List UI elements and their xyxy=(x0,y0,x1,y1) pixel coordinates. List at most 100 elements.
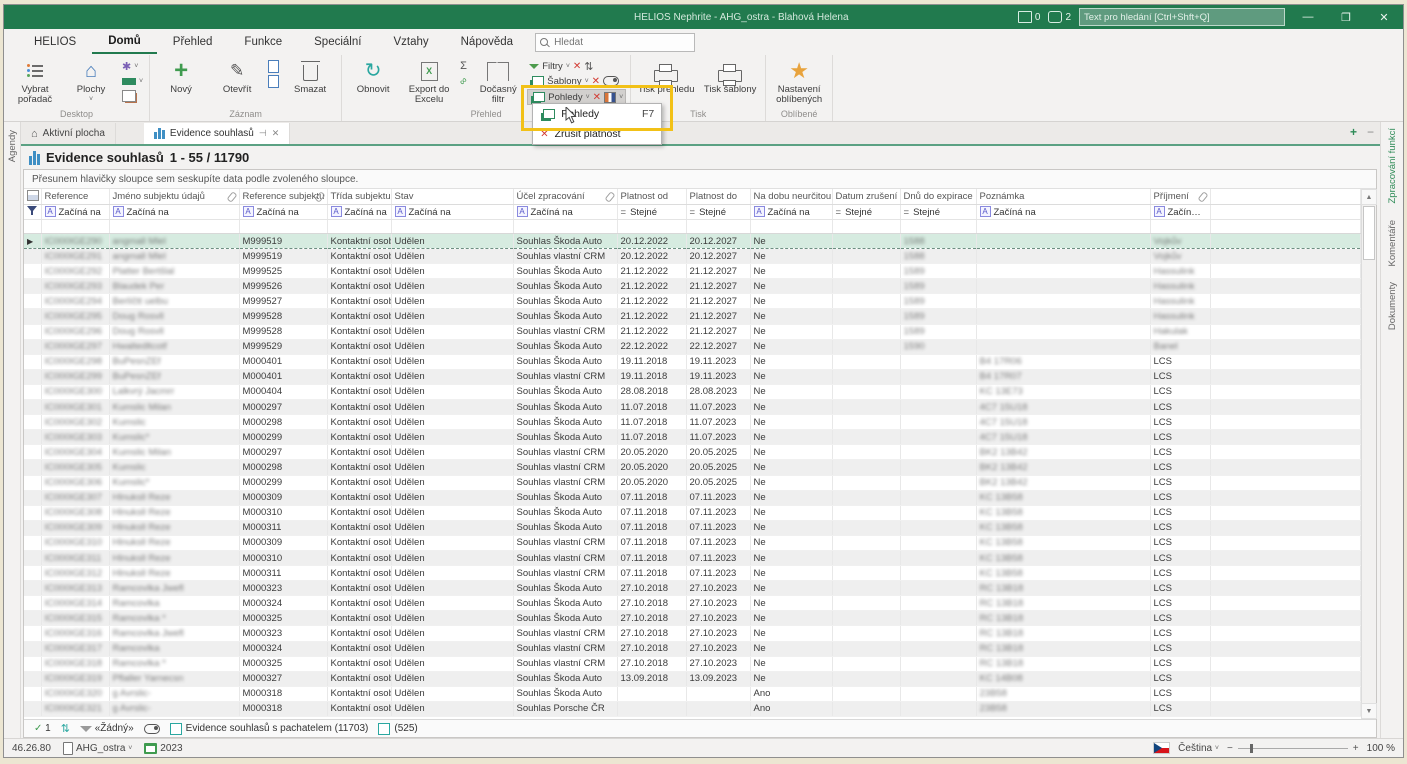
table-row[interactable]: IC000IGE305KumslicM000298Kontaktní osoba… xyxy=(24,460,1361,475)
link-button[interactable]: ∞ xyxy=(458,74,469,88)
dokumenty-tab[interactable]: Dokumenty xyxy=(1387,282,1398,330)
zoom-in-button[interactable]: + xyxy=(1353,743,1359,754)
filter-cell[interactable]: AZačíná na xyxy=(391,205,513,220)
column-header[interactable]: Platnost do xyxy=(686,189,750,205)
table-row[interactable]: IC000IGE293Blaudek PerM999526Kontaktní o… xyxy=(24,279,1361,294)
filter-input-cell[interactable] xyxy=(1150,220,1210,234)
filter-cell[interactable]: AZačíná na xyxy=(109,205,239,220)
agendy-tab[interactable]: Agendy xyxy=(7,130,18,162)
filter-cell[interactable]: =Stejné xyxy=(686,205,750,220)
filter-input-cell[interactable] xyxy=(1210,220,1361,234)
table-row[interactable]: ▶IC000IGE290angmall MlelM999519Kontaktní… xyxy=(24,234,1361,249)
language-selector[interactable]: Čeština ˅ xyxy=(1178,743,1219,754)
table-row[interactable]: IC000IGE296Doug RosvllM999528Kontaktní o… xyxy=(24,324,1361,339)
sablony-button[interactable]: Šablony˅ ✕ xyxy=(527,74,626,88)
table-row[interactable]: IC000IGE319Pflaller YarnecsnM000327Konta… xyxy=(24,671,1361,686)
menu-item-pohledy[interactable]: Pohledy F7 xyxy=(533,104,661,124)
filter-input-cell[interactable] xyxy=(900,220,976,234)
menu-specialni[interactable]: Speciální xyxy=(298,32,377,53)
close-button[interactable]: ✕ xyxy=(1369,6,1399,28)
table-row[interactable]: IC000IGE306Kumslic*M000299Kontaktní osob… xyxy=(24,475,1361,490)
view-style-icon[interactable] xyxy=(604,92,616,103)
column-header[interactable]: Třída subjektu xyxy=(327,189,391,205)
scroll-thumb[interactable] xyxy=(1363,206,1375,260)
table-row[interactable]: IC000IGE307Hlnuksll RezeM000309Kontaktní… xyxy=(24,490,1361,505)
clear-template-icon[interactable]: ✕ xyxy=(592,76,600,87)
filter-input-cell[interactable] xyxy=(686,220,750,234)
column-header[interactable]: Reference subjektu xyxy=(239,189,327,205)
filter-input-cell[interactable] xyxy=(750,220,832,234)
filter-corner-icon[interactable] xyxy=(24,205,41,220)
filter-input-cell[interactable] xyxy=(109,220,239,234)
zoom-slider[interactable]: − + xyxy=(1227,743,1359,754)
table-row[interactable]: IC000IGE312Hlnuksll RezeM000311Kontaktní… xyxy=(24,566,1361,581)
table-row[interactable]: IC000IGE299BuPesnZEfM000401Kontaktní oso… xyxy=(24,369,1361,384)
filter-cell[interactable]: =Stejné xyxy=(832,205,900,220)
add-tab-button[interactable]: + xyxy=(1350,125,1357,139)
filter-cell[interactable]: AZačíná na xyxy=(750,205,832,220)
clear-view-icon[interactable]: ✕ xyxy=(593,92,601,103)
desktop-config-button[interactable] xyxy=(120,89,145,103)
tisk-sablony-button[interactable]: Tisk šablony xyxy=(699,57,761,95)
database-selector[interactable]: AHG_ostra ˅ xyxy=(63,742,132,755)
otevrit-button[interactable]: ✎ Otevřít xyxy=(210,57,264,95)
filter-checkbox-2[interactable]: (525) xyxy=(378,723,417,735)
table-row[interactable]: IC000IGE315Ramcovlka *M000325Kontaktní o… xyxy=(24,611,1361,626)
table-row[interactable]: IC000IGE310Hlnuksll RezeM000309Kontaktní… xyxy=(24,535,1361,550)
table-row[interactable]: IC000IGE311Hlnuksll RezeM000310Kontaktní… xyxy=(24,550,1361,565)
table-row[interactable]: IC000IGE302KumslicM000298Kontaktní osoba… xyxy=(24,415,1361,430)
column-header[interactable]: Na dobu neurčitou xyxy=(750,189,832,205)
menu-funkce[interactable]: Funkce xyxy=(228,32,298,53)
filter-checkbox-1[interactable]: Evidence souhlasů s pachatelem (11703) xyxy=(170,723,369,735)
scroll-up-button[interactable]: ▲ xyxy=(1361,189,1377,205)
sort-order-button[interactable]: ⇅ xyxy=(61,722,70,735)
edit-doc-button[interactable] xyxy=(266,74,281,88)
menu-napoveda[interactable]: Nápověda xyxy=(445,32,529,53)
filter-input-cell[interactable] xyxy=(513,220,617,234)
column-header[interactable]: Reference xyxy=(41,189,109,205)
docasny-filtr-button[interactable]: Dočasný filtr xyxy=(471,57,525,106)
menu-vztahy[interactable]: Vztahy xyxy=(377,32,444,53)
vybrat-poradac-button[interactable]: Vybrat pořadač xyxy=(8,57,62,106)
table-row[interactable]: IC000IGE297HwaltedltcotfM999529Kontaktní… xyxy=(24,339,1361,354)
active-filter[interactable]: «Žádný» xyxy=(80,723,134,734)
clear-filter-icon[interactable]: ✕ xyxy=(573,61,581,72)
table-row[interactable]: IC000IGE321g Avrslic-M000318Kontaktní os… xyxy=(24,701,1361,716)
filter-cell[interactable]: AZačíná na xyxy=(976,205,1150,220)
filter-cell[interactable]: AZačíná na xyxy=(239,205,327,220)
table-row[interactable]: IC000IGE318Ramcovlka *M000325Kontaktní o… xyxy=(24,656,1361,671)
filter-input-cell[interactable] xyxy=(617,220,686,234)
filtry-button[interactable]: Filtry˅ ✕ ⇅ xyxy=(527,59,626,73)
table-row[interactable]: IC000IGE294Berlíčtt uelbuM999527Kontaktn… xyxy=(24,294,1361,309)
obnovit-button[interactable]: ↻ Obnovit xyxy=(346,57,400,95)
messages-badge[interactable]: 2 xyxy=(1048,11,1071,23)
scroll-down-button[interactable]: ▼ xyxy=(1361,703,1377,719)
menu-helios[interactable]: HELIOS xyxy=(18,32,92,53)
filter-input-cell[interactable] xyxy=(24,220,41,234)
maximize-button[interactable]: ❐ xyxy=(1331,6,1361,28)
tisk-prehledu-button[interactable]: Tisk přehledu xyxy=(635,57,697,95)
column-header[interactable]: Příjmení xyxy=(1150,189,1210,205)
legend-button[interactable]: ˅ xyxy=(120,74,145,88)
toggle-icon[interactable] xyxy=(603,76,619,86)
sort-icon[interactable]: ⇅ xyxy=(584,60,593,73)
pin-icon[interactable]: ⊣ xyxy=(259,128,267,139)
filter-cell[interactable]: AZačín… xyxy=(1150,205,1210,220)
table-row[interactable]: IC000IGE308Hlnuksll RezeM000310Kontaktní… xyxy=(24,505,1361,520)
table-row[interactable]: IC000IGE301Kumslic MilanM000297Kontaktní… xyxy=(24,400,1361,415)
select-all-corner[interactable] xyxy=(24,189,41,205)
column-header[interactable]: Platnost od xyxy=(617,189,686,205)
tab-aktivni-plocha[interactable]: ⌂ Aktivní plocha xyxy=(21,123,116,144)
tab-evidence-souhlasu[interactable]: Evidence souhlasů ⊣ ✕ xyxy=(144,123,290,144)
period-selector[interactable]: 2023 xyxy=(144,743,182,754)
table-row[interactable]: IC000IGE320g Avrslic-M000318Kontaktní os… xyxy=(24,686,1361,701)
column-header[interactable]: Stav xyxy=(391,189,513,205)
ribbon-search-input[interactable] xyxy=(552,36,690,49)
menu-domu[interactable]: Domů xyxy=(92,31,157,54)
table-row[interactable]: IC000IGE295Doug RosvllM999528Kontaktní o… xyxy=(24,309,1361,324)
filter-input-cell[interactable] xyxy=(391,220,513,234)
filter-input-cell[interactable] xyxy=(239,220,327,234)
filter-cell[interactable]: =Stejné xyxy=(900,205,976,220)
zoom-thumb[interactable] xyxy=(1250,744,1253,753)
table-row[interactable]: IC000IGE300Lalkvrý JacmrrM000404Kontaktn… xyxy=(24,384,1361,399)
